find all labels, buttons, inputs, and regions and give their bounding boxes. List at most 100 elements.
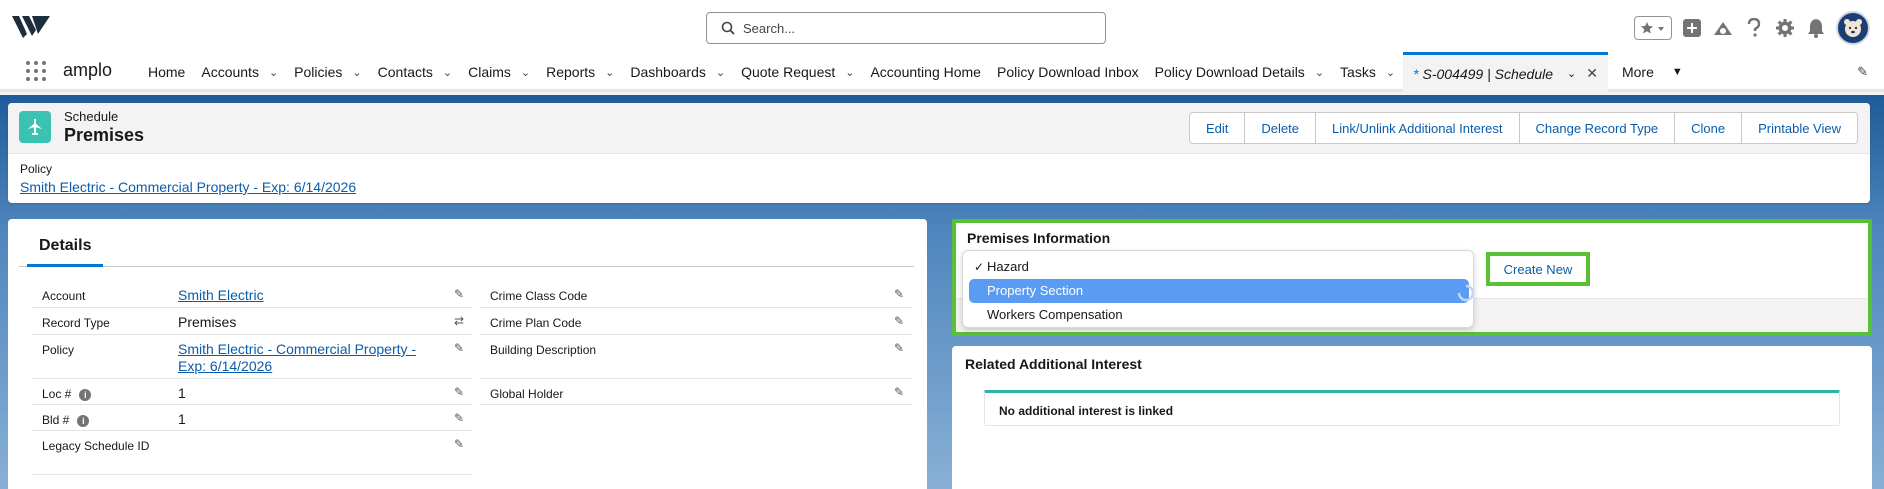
field-label-text: Loc # <box>42 387 72 401</box>
change-record-type-button[interactable]: Change Record Type <box>1519 112 1676 144</box>
global-header: Search... <box>0 0 1884 52</box>
related-additional-interest-title: Related Additional Interest <box>965 356 1142 372</box>
nav-item-dashboards[interactable]: Dashboards ⌄ <box>622 52 733 92</box>
nav-item-label: Contacts <box>377 64 433 80</box>
field-label-text: Account <box>42 289 86 303</box>
field-global-holder: Global Holder ✎ <box>480 379 912 405</box>
details-right-column: Crime Class Code ✎ Crime Plan Code ✎ Buildin… <box>480 281 912 405</box>
highlight-policy-link[interactable]: Smith Electric - Commercial Property - E… <box>20 179 356 195</box>
tab-active-record[interactable]: * S-004499 | Schedule ⌄ ✕ <box>1403 52 1608 92</box>
edit-pencil-icon[interactable]: ✎ <box>454 341 464 355</box>
nav-item-label: Dashboards <box>630 64 706 80</box>
chevron-down-icon[interactable]: ⌄ <box>1567 67 1576 80</box>
chevron-down-icon[interactable]: ⌄ <box>521 66 530 79</box>
add-icon[interactable] <box>1681 17 1703 39</box>
field-label: Crime Plan Code <box>490 316 615 330</box>
nav-item-policy-download-details[interactable]: Policy Download Details ⌄ <box>1147 52 1332 92</box>
field-value: 1 <box>178 385 186 401</box>
field-policy: Policy Smith Electric - Commercial Proper… <box>32 335 472 379</box>
edit-pencil-icon[interactable]: ✎ <box>894 314 904 328</box>
user-avatar[interactable] <box>1836 11 1870 45</box>
dropdown-option-property-section[interactable]: Property Section <box>969 279 1469 303</box>
search-placeholder: Search... <box>743 20 796 36</box>
field-label-text: Bld # <box>42 413 70 427</box>
notifications-bell-icon[interactable] <box>1805 17 1827 39</box>
record-object-type: Schedule <box>64 109 119 124</box>
nav-item-label: Accounts <box>201 64 259 80</box>
info-icon[interactable]: i <box>77 414 90 427</box>
setup-gear-icon[interactable] <box>1774 17 1796 39</box>
chevron-down-icon[interactable]: ⌄ <box>352 66 361 79</box>
details-card: Details Account Smith Electric ✎ Record Typ… <box>8 219 927 489</box>
nav-more-menu[interactable]: More ▼ <box>1608 64 1683 80</box>
field-label-text: Building Description <box>490 343 597 357</box>
field-label-text: Crime Class Code <box>490 289 588 303</box>
field-label-text: Crime Plan Code <box>490 316 582 330</box>
chevron-down-icon[interactable]: ⌄ <box>1386 66 1395 79</box>
edit-pencil-icon[interactable]: ✎ <box>454 385 464 399</box>
field-label: Bld # i <box>42 413 167 427</box>
field-bld: Bld # i 1 ✎ <box>32 405 472 431</box>
nav-item-claims[interactable]: Claims ⌄ <box>460 52 538 92</box>
dropdown-option-label: Property Section <box>987 283 1084 298</box>
chevron-down-icon[interactable]: ⌄ <box>605 66 614 79</box>
field-loc: Loc # i 1 ✎ <box>32 379 472 405</box>
create-new-button[interactable]: Create New <box>1486 252 1590 286</box>
nav-item-home[interactable]: Home <box>140 52 193 92</box>
nav-item-label: Quote Request <box>741 64 836 80</box>
search-icon <box>721 21 735 35</box>
field-value[interactable]: Smith Electric - Commercial Property - E… <box>178 341 433 375</box>
dropdown-option-workers-compensation[interactable]: Workers Compensation <box>969 303 1469 327</box>
global-search-input[interactable]: Search... <box>706 12 1106 44</box>
edit-button[interactable]: Edit <box>1189 112 1246 144</box>
chevron-down-icon[interactable]: ⌄ <box>443 66 452 79</box>
delete-button[interactable]: Delete <box>1245 112 1316 144</box>
printable-view-button[interactable]: Printable View <box>1742 112 1858 144</box>
nav-item-policies[interactable]: Policies ⌄ <box>286 52 369 92</box>
chevron-down-icon[interactable]: ⌄ <box>845 66 854 79</box>
field-value[interactable]: Smith Electric <box>178 287 433 304</box>
edit-pencil-icon[interactable]: ✎ <box>894 341 904 355</box>
chevron-down-icon[interactable]: ⌄ <box>716 66 725 79</box>
edit-pencil-icon[interactable]: ✎ <box>894 287 904 301</box>
nav-item-label: Tasks <box>1340 64 1376 80</box>
edit-pencil-icon[interactable]: ✎ <box>454 437 464 451</box>
dropdown-option-label: Workers Compensation <box>987 307 1123 322</box>
schedule-object-icon <box>19 111 51 143</box>
nav-item-accounts[interactable]: Accounts ⌄ <box>193 52 286 92</box>
change-record-type-icon[interactable]: ⇄ <box>454 314 464 328</box>
record-highlights-panel: Schedule Premises Edit Delete Link/Unlink … <box>8 103 1870 203</box>
close-icon[interactable]: ✕ <box>1586 65 1598 82</box>
field-value: Premises <box>178 314 237 330</box>
amplo-logo[interactable] <box>12 12 50 40</box>
edit-pencil-icon[interactable]: ✎ <box>894 385 904 399</box>
nav-item-reports[interactable]: Reports ⌄ <box>538 52 622 92</box>
field-record-type: Record Type Premises ⇄ <box>32 308 472 335</box>
info-icon[interactable]: i <box>79 388 92 401</box>
field-crime-plan-code: Crime Plan Code ✎ <box>480 308 912 335</box>
app-launcher-icon[interactable] <box>26 61 46 81</box>
field-label-text: Record Type <box>42 316 110 330</box>
edit-pencil-icon[interactable]: ✎ <box>454 287 464 301</box>
nav-item-quote-request[interactable]: Quote Request ⌄ <box>733 52 862 92</box>
clone-button[interactable]: Clone <box>1675 112 1743 144</box>
empty-state-message: No additional interest is linked <box>984 390 1840 426</box>
nav-item-accounting-home[interactable]: Accounting Home <box>862 52 989 92</box>
trailhead-icon[interactable] <box>1712 17 1734 39</box>
nav-item-tasks[interactable]: Tasks ⌄ <box>1332 52 1403 92</box>
chevron-down-icon[interactable]: ⌄ <box>269 66 278 79</box>
empty-state-text: No additional interest is linked <box>999 404 1174 418</box>
create-new-label: Create New <box>1503 261 1573 277</box>
help-icon[interactable] <box>1743 17 1765 39</box>
favorites-star-icon[interactable] <box>1634 16 1672 40</box>
edit-pencil-icon[interactable]: ✎ <box>454 411 464 425</box>
field-label-text: Global Holder <box>490 387 564 401</box>
tab-details[interactable]: Details <box>27 219 104 267</box>
edit-nav-icon[interactable]: ✎ <box>1857 64 1868 80</box>
chevron-down-icon[interactable]: ⌄ <box>1315 66 1324 79</box>
caret-down-icon: ▼ <box>1671 66 1683 78</box>
dropdown-option-hazard[interactable]: ✓ Hazard <box>969 255 1469 279</box>
nav-item-contacts[interactable]: Contacts ⌄ <box>370 52 460 92</box>
link-unlink-additional-interest-button[interactable]: Link/Unlink Additional Interest <box>1315 112 1520 144</box>
nav-item-policy-download-inbox[interactable]: Policy Download Inbox <box>989 52 1147 92</box>
